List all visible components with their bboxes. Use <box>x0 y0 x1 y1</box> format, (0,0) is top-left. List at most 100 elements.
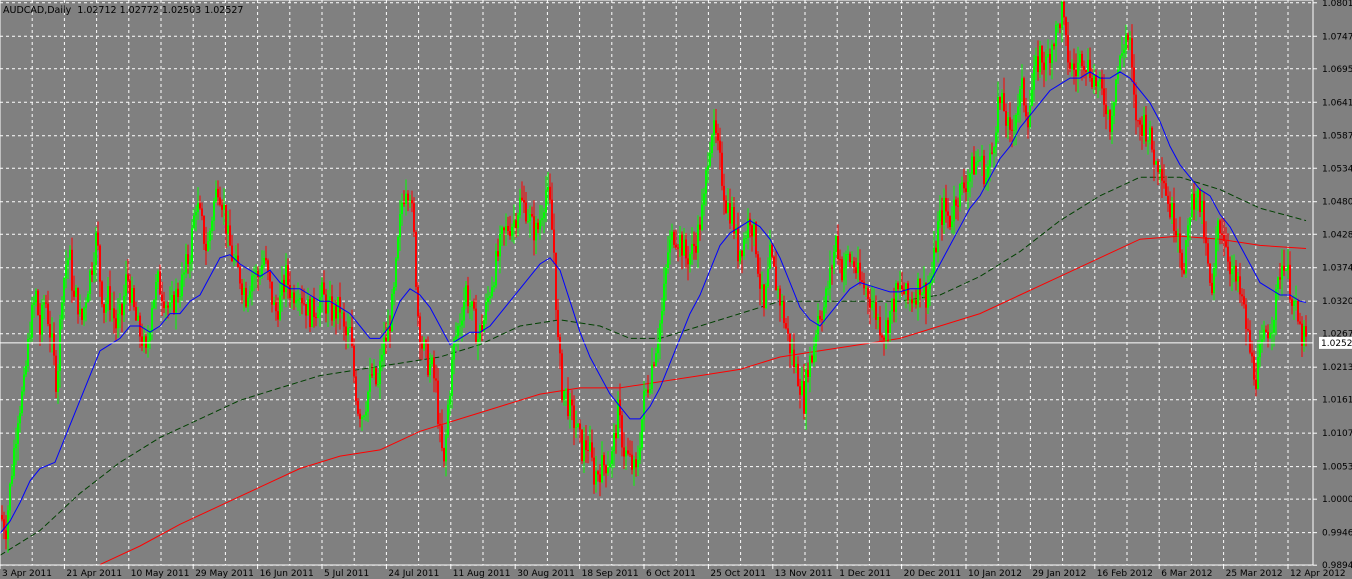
y-tick-label: 1.01610 <box>1322 396 1352 406</box>
candle-body <box>281 279 283 296</box>
candle-body <box>163 301 165 309</box>
candle-body <box>165 305 167 309</box>
candle-body <box>327 300 329 314</box>
candle-body <box>669 239 671 253</box>
candle-body <box>1209 263 1211 283</box>
candle-body <box>1025 105 1027 117</box>
candle-body <box>1023 78 1025 106</box>
candle-body <box>645 389 647 392</box>
candle-body <box>865 287 867 289</box>
candle-body <box>93 265 95 275</box>
candle-body <box>81 309 83 320</box>
candle-body <box>253 275 255 277</box>
candle-body <box>913 300 915 304</box>
candle-body <box>995 132 997 148</box>
y-tick-label: 1.02135 <box>1322 363 1352 373</box>
candle-body <box>267 260 269 273</box>
candle-body <box>271 281 273 305</box>
candle-body <box>333 305 335 321</box>
candle-body <box>123 295 125 316</box>
candle-body <box>1231 268 1233 275</box>
candle-body <box>11 475 13 484</box>
candle-body <box>1159 168 1161 173</box>
candle-body <box>335 305 337 319</box>
candle-body <box>557 309 559 338</box>
candle-body <box>977 160 979 162</box>
candle-body <box>263 257 265 266</box>
candle-body <box>1 514 3 520</box>
candle-body <box>1179 233 1181 253</box>
candle-body <box>339 296 341 313</box>
candle-body <box>993 147 995 153</box>
candle-body <box>219 197 221 205</box>
candle-body <box>893 298 895 312</box>
candle-body <box>133 288 135 308</box>
candle-body <box>365 411 367 416</box>
candle-body <box>467 285 469 307</box>
candle-body <box>543 212 545 219</box>
y-tick-label: 1.00005 <box>1322 495 1352 505</box>
candle-body <box>513 220 515 227</box>
candle-body <box>1223 234 1225 242</box>
candle-body <box>1201 200 1203 213</box>
candle-body <box>573 405 575 428</box>
candle-body <box>549 186 551 200</box>
candle-body <box>1009 117 1011 130</box>
candle-body <box>951 221 953 228</box>
candle-body <box>415 231 417 287</box>
candle-body <box>737 227 739 262</box>
candle-body <box>749 218 751 226</box>
candle-body <box>533 216 535 241</box>
candle-body <box>979 159 981 161</box>
candle-body <box>221 204 223 210</box>
candle-body <box>541 218 543 221</box>
candle-body <box>1071 63 1073 69</box>
candle-body <box>835 236 837 252</box>
candle-body <box>49 324 51 338</box>
candle-body <box>279 295 281 320</box>
candle-body <box>505 225 507 231</box>
candle-body <box>471 301 473 307</box>
x-tick-label: 18 Sep 2011 <box>582 569 639 579</box>
candle-body <box>343 312 345 327</box>
candle-body <box>213 201 215 221</box>
candle-body <box>803 381 805 414</box>
candle-body <box>963 182 965 189</box>
candle-body <box>691 243 693 255</box>
candle-body <box>853 261 855 268</box>
candle-body <box>577 423 579 428</box>
candle-body <box>911 299 913 304</box>
candle-body <box>719 140 721 153</box>
y-tick-label: 1.05345 <box>1322 164 1352 174</box>
candle-body <box>925 283 927 308</box>
candle-body <box>239 267 241 284</box>
candle-body <box>1047 53 1049 57</box>
candle-body <box>421 342 423 349</box>
candle-body <box>127 274 129 281</box>
candle-body <box>445 435 447 462</box>
candle-body <box>175 288 177 313</box>
candle-body <box>357 400 359 414</box>
candle-body <box>423 340 425 349</box>
candle-body <box>997 96 999 133</box>
candle-body <box>527 221 529 223</box>
candle-body <box>1251 352 1253 357</box>
candle-body <box>97 232 99 246</box>
candle-body <box>153 299 155 309</box>
candle-body <box>1221 233 1223 235</box>
candle-body <box>1073 63 1075 70</box>
candle-body <box>723 185 725 201</box>
candle-body <box>451 359 453 396</box>
candle-body <box>125 274 127 296</box>
candle-body <box>321 282 323 298</box>
candle-body <box>623 447 625 457</box>
candle-body <box>439 423 441 426</box>
candle-body <box>341 312 343 314</box>
candle-body <box>779 288 781 306</box>
candle-body <box>375 368 377 385</box>
candle-body <box>301 297 303 304</box>
price-chart[interactable]: 1.08015 1.07475 1.06950 1.06410 1.05870 1.053… <box>0 0 1352 579</box>
candle-body <box>171 294 173 303</box>
candle-body <box>717 133 719 141</box>
candle-body <box>115 318 117 329</box>
